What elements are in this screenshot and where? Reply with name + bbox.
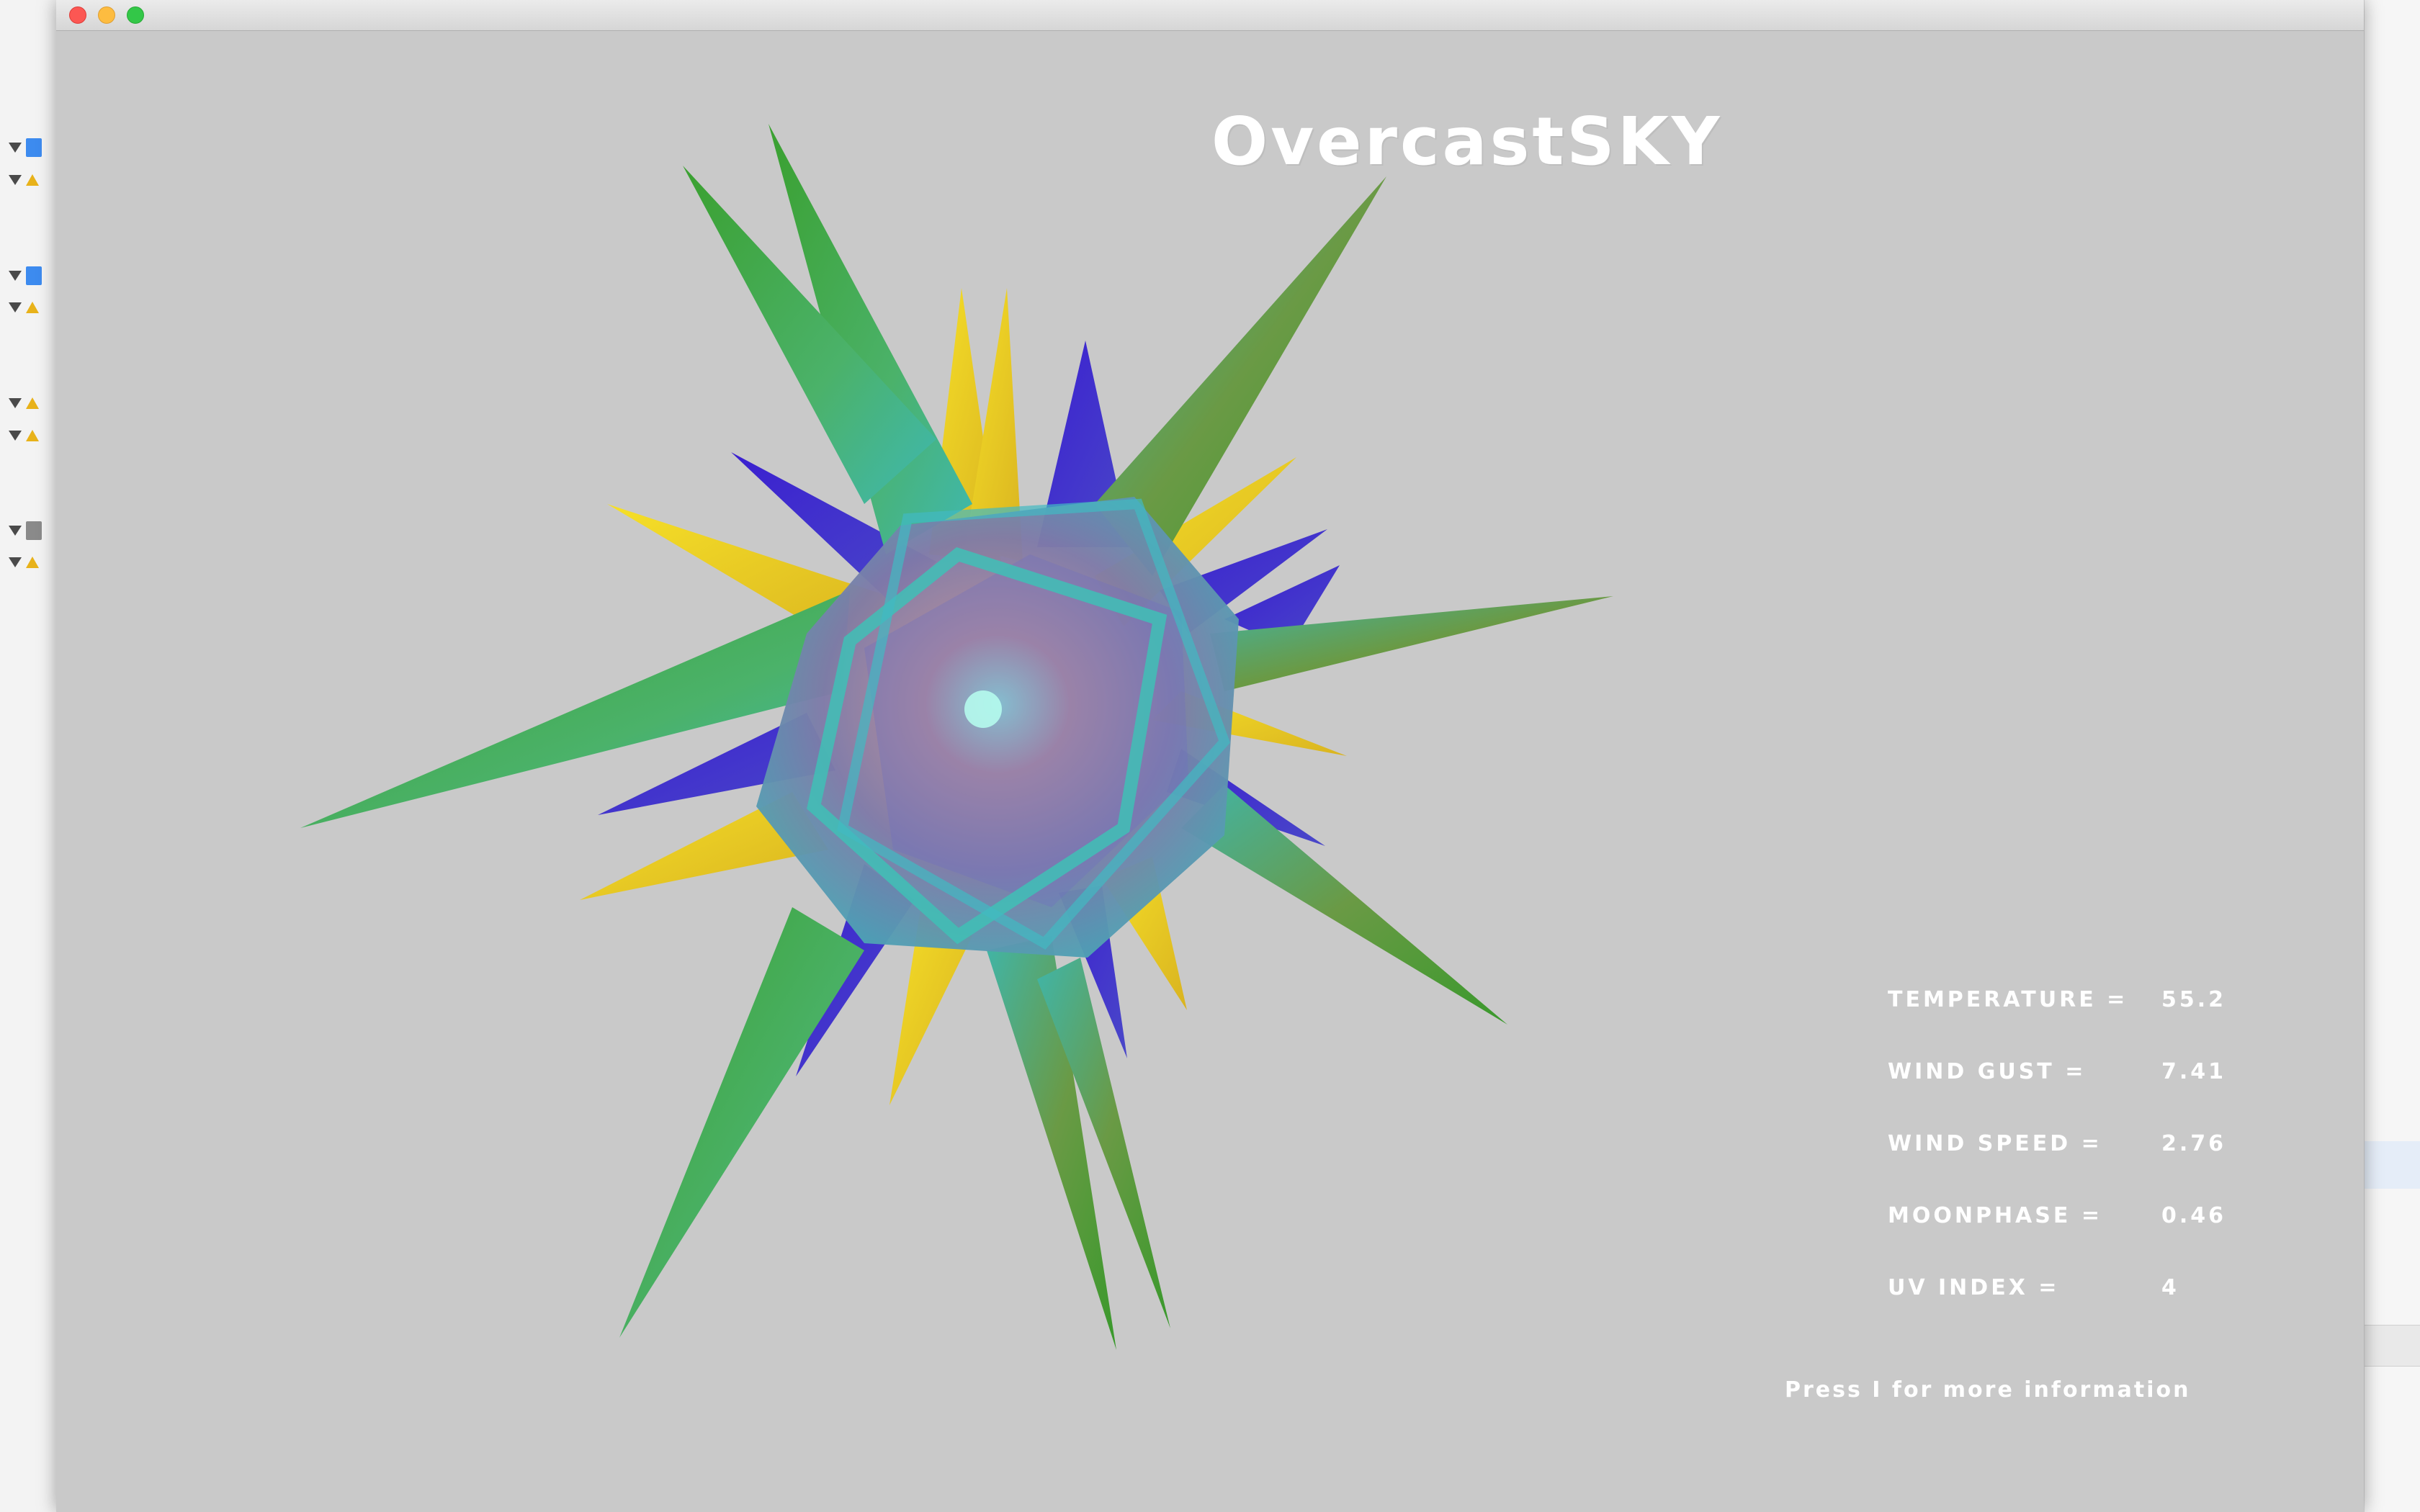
navigator-issue-row[interactable] <box>9 552 52 573</box>
navigator-group-row[interactable] <box>9 265 52 287</box>
uv-index-label: UV INDEX = <box>1888 1275 2060 1300</box>
moonphase-value: 0.46 <box>2161 1203 2227 1228</box>
wind-gust-label: WIND GUST = <box>1888 1059 2087 1084</box>
info-hint-text: Press I for more information <box>1785 1377 2191 1403</box>
disclosure-triangle-icon[interactable] <box>9 143 22 153</box>
disclosure-triangle-icon[interactable] <box>9 302 22 312</box>
panel-divider <box>2365 1325 2420 1367</box>
warning-icon <box>26 557 39 568</box>
selected-row-highlight <box>2365 1141 2420 1189</box>
uv-index-value: 4 <box>2161 1275 2179 1300</box>
disclosure-triangle-icon[interactable] <box>9 271 22 281</box>
disclosure-triangle-icon[interactable] <box>9 431 22 441</box>
disclosure-triangle-icon[interactable] <box>9 526 22 536</box>
warning-icon <box>26 174 39 186</box>
navigator-group-row[interactable] <box>9 137 52 158</box>
minimize-icon[interactable] <box>98 6 115 24</box>
navigator-issue-row[interactable] <box>9 297 52 318</box>
navigator-group-row[interactable] <box>9 520 52 541</box>
temperature-label: TEMPERATURE = <box>1888 987 2128 1012</box>
warning-icon <box>26 430 39 441</box>
warning-icon <box>26 302 39 313</box>
disclosure-triangle-icon[interactable] <box>9 557 22 567</box>
temperature-value: 55.2 <box>2161 987 2227 1012</box>
app-title: OvercastSKY <box>1211 103 1723 180</box>
wind-speed-label: WIND SPEED = <box>1888 1131 2102 1156</box>
game-window: OvercastSKY TEMPERATURE = 55.2 WIND GUST… <box>56 0 2364 1512</box>
library-icon <box>26 521 42 540</box>
disclosure-triangle-icon[interactable] <box>9 175 22 185</box>
close-icon[interactable] <box>69 6 86 24</box>
navigator-issue-row[interactable] <box>9 425 52 446</box>
wind-gust-value: 7.41 <box>2161 1059 2227 1084</box>
navigator-issue-row[interactable] <box>9 169 52 191</box>
game-canvas[interactable]: OvercastSKY TEMPERATURE = 55.2 WIND GUST… <box>56 31 2364 1512</box>
navigator-group-row[interactable] <box>9 392 52 414</box>
app-icon <box>26 397 39 409</box>
wind-speed-value: 2.76 <box>2161 1131 2227 1156</box>
moonphase-label: MOONPHASE = <box>1888 1203 2102 1228</box>
ide-navigator-panel <box>0 0 58 1512</box>
project-file-icon <box>26 138 42 157</box>
disclosure-triangle-icon[interactable] <box>9 398 22 408</box>
maximize-icon[interactable] <box>127 6 144 24</box>
project-file-icon <box>26 266 42 285</box>
window-titlebar[interactable] <box>56 0 2364 31</box>
ide-inspector-panel <box>2364 0 2420 1512</box>
